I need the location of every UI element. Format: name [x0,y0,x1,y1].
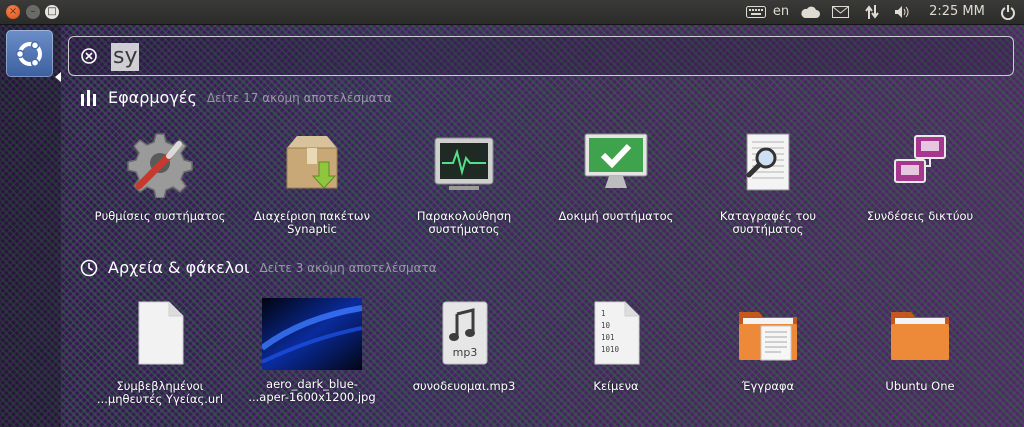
search-box[interactable]: sy [68,36,1014,76]
active-arrow-icon [55,72,61,82]
keyboard-icon[interactable] [744,0,768,24]
search-input[interactable]: sy [111,43,140,71]
svg-text:1: 1 [601,309,606,318]
file-label: Έγγραφα [741,379,795,393]
cloud-icon[interactable] [798,0,822,24]
app-label-line2: συστήματος [428,222,500,236]
app-item-system-settings[interactable]: Ρυθμίσεις συστήματος [85,128,235,223]
file-label-line2: ...aper-1600x1200.jpg [248,390,376,404]
audio-file-icon: mp3 [442,301,488,365]
system-monitor-icon [434,137,494,190]
package-manager-icon [286,136,338,189]
image-thumbnail [262,298,362,370]
mail-icon[interactable] [829,0,851,24]
svg-text:101: 101 [601,333,615,342]
dash-home-button[interactable] [6,30,53,77]
document-icon [138,301,184,365]
category-files-folders[interactable]: Αρχεία & φάκελοι Δείτε 3 ακόμη αποτελέσμ… [80,258,437,277]
file-label-line2: ...μηθευτές Υγείας.url [96,392,224,406]
documents-folder-icon [739,312,797,361]
apps-icon [81,89,96,106]
file-item-wallpaper-image[interactable]: aero_dark_blue- ...aper-1600x1200.jpg [237,298,387,404]
svg-text:10: 10 [601,321,611,330]
app-label: Δοκιμή συστήματος [558,209,674,223]
file-item-ubuntu-one[interactable]: Ubuntu One [845,298,995,393]
close-window-button[interactable]: × [6,5,20,19]
app-item-system-monitor[interactable]: Παρακολούθηση συστήματος [389,128,539,236]
app-item-system-test[interactable]: Δοκιμή συστήματος [541,128,691,223]
system-test-icon [584,133,648,188]
file-item-url-document[interactable]: Συμβεβλημένοι ...μηθευτές Υγείας.url [85,298,235,406]
keyboard-layout-label[interactable]: en [770,0,792,24]
svg-text:mp3: mp3 [453,346,478,359]
category-title: Αρχεία & φάκελοι [108,258,250,277]
app-item-synaptic[interactable]: Διαχείριση πακέτων Synaptic [237,128,387,236]
volume-icon[interactable] [891,0,915,24]
recent-files-icon [80,259,98,276]
clock[interactable]: 2:25 MM [926,0,988,24]
app-label: Ρυθμίσεις συστήματος [94,209,226,223]
top-panel: × – □ en 2:25 MM [0,0,1024,25]
minimize-window-button[interactable]: – [26,5,40,19]
file-label: Ubuntu One [885,379,955,393]
clear-search-icon[interactable] [81,48,97,64]
settings-icon [127,133,193,199]
app-label-line2: συστήματος [732,222,804,236]
app-item-log-viewer[interactable]: Καταγραφές του συστήματος [693,128,843,236]
power-icon[interactable] [996,0,1020,24]
file-label: Κείμενα [593,379,639,393]
file-item-mp3[interactable]: mp3 συνοδευομαι.mp3 [389,298,539,393]
file-label: συνοδευομαι.mp3 [412,379,516,393]
file-item-documents-folder[interactable]: Έγγραφα [693,298,843,393]
folder-icon [891,312,949,360]
more-results-link[interactable]: Δείτε 17 ακόμη αποτελέσματα [207,91,392,105]
file-item-texts[interactable]: 1 10 101 1010 Κείμενα [541,298,691,393]
network-icon[interactable] [861,0,883,24]
ubuntu-logo-icon [15,40,42,67]
more-results-link[interactable]: Δείτε 3 ακόμη αποτελέσματα [259,261,436,275]
network-connections-icon [894,135,946,183]
category-title: Εφαρμογές [108,88,197,107]
svg-text:1010: 1010 [601,345,620,354]
app-label: Συνδέσεις δικτύου [866,209,974,223]
log-viewer-icon [746,133,790,191]
app-item-network-connections[interactable]: Συνδέσεις δικτύου [845,128,995,223]
launcher [0,24,61,427]
binary-file-icon: 1 10 101 1010 [594,301,640,365]
app-label-line2: Synaptic [287,222,337,236]
maximize-window-button[interactable]: □ [45,5,59,19]
category-applications[interactable]: Εφαρμογές Δείτε 17 ακόμη αποτελέσματα [80,88,392,107]
